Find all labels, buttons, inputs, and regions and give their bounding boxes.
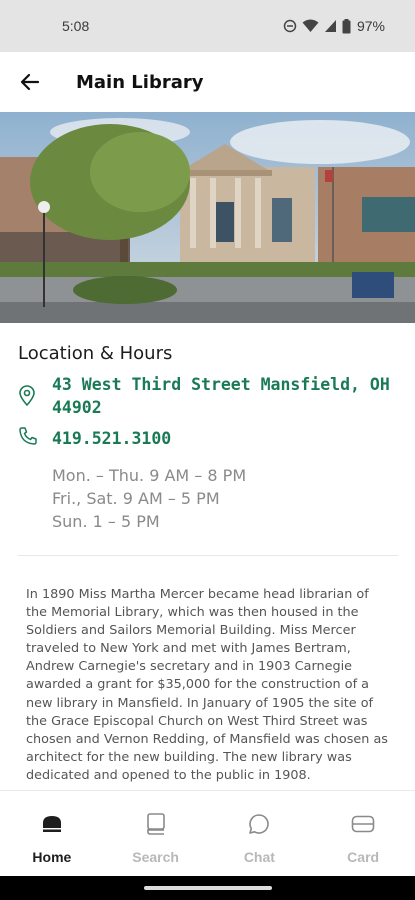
home-icon [42, 811, 62, 837]
battery-percent: 97% [356, 18, 385, 34]
phone-link[interactable]: 419.521.3100 [18, 426, 171, 450]
divider [18, 555, 398, 556]
app-bar: Main Library [0, 52, 415, 112]
status-icons [283, 18, 351, 34]
location-hours-title: Location & Hours [18, 343, 173, 364]
page-title: Main Library [76, 71, 204, 93]
nav-card-label: Card [347, 849, 380, 865]
content-area: Location & Hours 43 West Third Street Ma… [0, 323, 415, 790]
home-gesture-handle[interactable] [143, 886, 272, 890]
nav-home[interactable]: Home [0, 791, 104, 876]
card-icon [351, 811, 375, 837]
wifi-icon [302, 19, 319, 32]
nav-chat[interactable]: Chat [208, 791, 312, 876]
nav-chat-label: Chat [243, 849, 275, 865]
hours-list: Mon. – Thu. 9 AM – 8 PM Fri., Sat. 9 AM … [52, 464, 246, 533]
status-time: 5:08 [62, 18, 90, 34]
arrow-back-icon [20, 73, 40, 91]
hours-line: Fri., Sat. 9 AM – 5 PM [52, 489, 220, 508]
back-button[interactable] [0, 52, 60, 112]
gesture-bar [0, 876, 415, 900]
phone-text[interactable]: 419.521.3100 [52, 429, 171, 448]
status-bar: 5:08 97% [0, 0, 415, 52]
do-not-disturb-icon [283, 19, 297, 33]
nav-search[interactable]: Search [104, 791, 208, 876]
book-icon [146, 811, 166, 837]
library-photo [0, 112, 415, 323]
nav-card[interactable]: Card [311, 791, 415, 876]
location-pin-icon [18, 373, 52, 419]
bottom-nav: Home Search Chat Card [0, 790, 415, 876]
battery-icon [342, 18, 351, 33]
address-link[interactable]: 43 West Third Street Mansfield, OH 44902 [18, 373, 402, 419]
signal-icon [324, 20, 336, 32]
hours-line: Sun. 1 – 5 PM [52, 512, 160, 531]
library-description: In 1890 Miss Martha Mercer became head l… [26, 587, 388, 783]
nav-search-label: Search [132, 849, 179, 865]
status-right: 97% [283, 18, 385, 34]
hours-line: Mon. – Thu. 9 AM – 8 PM [52, 466, 247, 485]
phone-icon [18, 426, 52, 450]
address-text[interactable]: 43 West Third Street Mansfield, OH 44902 [52, 373, 402, 419]
chat-bubble-icon [248, 811, 270, 837]
nav-home-label: Home [32, 849, 72, 865]
